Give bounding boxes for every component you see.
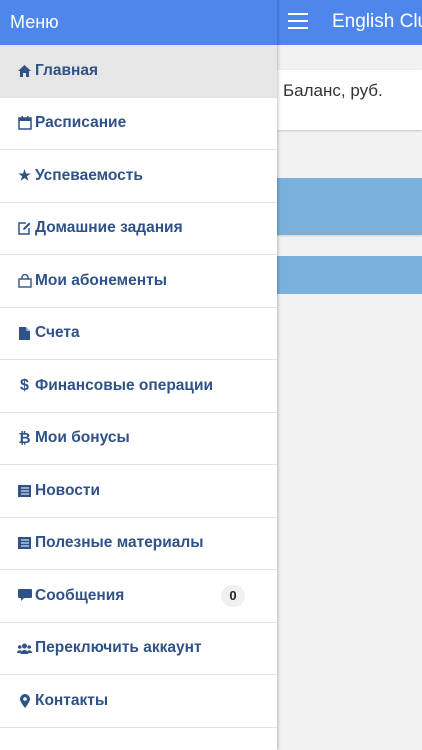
menu-item-progress[interactable]: ★ Успеваемость [0, 150, 277, 203]
menu-item-messages[interactable]: Сообщения 0 [0, 570, 277, 623]
drawer-title: Меню [10, 12, 59, 32]
list-icon [16, 537, 33, 550]
menu-item-schedule[interactable]: Расписание [0, 98, 277, 150]
list-icon [16, 484, 33, 497]
menu-item-label: Мои бонусы [35, 429, 130, 447]
location-pin-icon [16, 693, 33, 708]
menu-item-label: Успеваемость [35, 166, 143, 184]
menu-item-bonuses[interactable]: ₿ Мои бонусы [0, 413, 277, 465]
menu-item-label: Контакты [35, 691, 109, 709]
menu-item-finance[interactable]: $ Финансовые операции [0, 360, 277, 413]
menu-item-label: Домашние задания [35, 219, 183, 237]
bag-icon [16, 273, 33, 288]
hamburger-menu-icon[interactable] [288, 13, 308, 31]
menu-item-label: Сообщения [35, 586, 125, 604]
dollar-icon: $ [20, 376, 29, 394]
menu-item-homework[interactable]: Домашние задания [0, 203, 277, 255]
menu-item-label: Переключить аккаунт [35, 639, 202, 657]
message-icon [16, 589, 33, 602]
app-title: English Clu [332, 11, 422, 32]
edit-icon [16, 222, 33, 235]
document-icon [16, 326, 33, 340]
menu-item-label: Расписание [35, 114, 127, 132]
drawer-header: Меню [0, 0, 277, 45]
info-panel [277, 178, 422, 235]
menu-item-subscriptions[interactable]: Мои абонементы [0, 255, 277, 308]
users-icon [16, 643, 33, 654]
menu-item-home[interactable]: Главная [0, 45, 277, 98]
menu-item-label: Счета [35, 324, 80, 342]
menu-item-label: Финансовые операции [35, 376, 214, 394]
calendar-icon [16, 116, 33, 130]
menu-item-switch-account[interactable]: Переключить аккаунт [0, 623, 277, 675]
star-icon: ★ [18, 167, 31, 184]
menu-item-news[interactable]: Новости [0, 465, 277, 518]
info-panel-secondary [277, 256, 422, 294]
messages-count-badge: 0 [221, 584, 245, 607]
menu-item-label: Главная [35, 61, 99, 79]
menu-item-label: Полезные материалы [35, 534, 204, 552]
home-icon [16, 64, 33, 77]
balance-card[interactable]: Баланс, руб. [277, 70, 422, 130]
balance-title: Баланс, руб. [283, 81, 383, 100]
menu-item-invoices[interactable]: Счета [0, 308, 277, 360]
menu-item-label: Новости [35, 481, 100, 499]
bitcoin-icon: ₿ [18, 429, 31, 447]
menu-item-materials[interactable]: Полезные материалы [0, 518, 277, 570]
menu-item-contacts[interactable]: Контакты [0, 675, 277, 728]
navigation-drawer: Меню Главная Расписание ★ Успеваемость Д… [0, 0, 277, 750]
menu-item-label: Мои абонементы [35, 271, 167, 289]
